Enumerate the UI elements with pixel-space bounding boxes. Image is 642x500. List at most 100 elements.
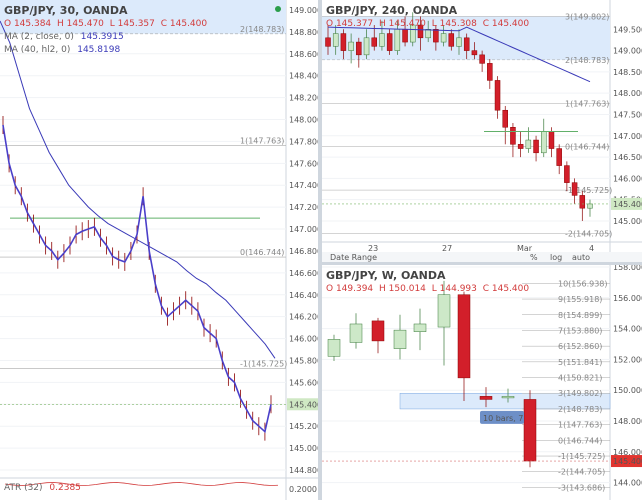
ma1-legend[interactable]: MA (2, close, 0) 145.3915 xyxy=(4,32,124,42)
ohlc-open: O 145.384 xyxy=(4,19,52,29)
top-right-chart-title: GBP/JPY, 240, OANDA xyxy=(326,4,458,17)
ma2-line xyxy=(2,124,272,434)
atr-scale-label: 0.2000 xyxy=(289,485,317,494)
candle-body xyxy=(402,29,408,43)
y-tick-label: 148.800 xyxy=(289,28,318,37)
y-tick-label: 148.500 xyxy=(613,68,642,77)
bottom-right-chart-pane[interactable]: 158.000 156.000 154.000 152.000 150.000 148.0… xyxy=(322,265,642,500)
ohlc-close: C 145.400 xyxy=(482,284,530,294)
candle-body xyxy=(425,29,431,39)
x-tick-label: 23 xyxy=(368,244,378,253)
candle-body xyxy=(487,63,493,81)
ohlc-low: L 145.308 xyxy=(431,19,477,29)
fib-level-label: 1(147.763) xyxy=(240,136,284,145)
candle-body xyxy=(533,139,539,154)
fib-level-label: 0(146.744) xyxy=(565,143,609,152)
candle-body xyxy=(525,139,532,149)
y-tick-label: 148.000 xyxy=(613,417,642,426)
ohlc-close: C 145.400 xyxy=(482,19,530,29)
candle-body xyxy=(541,131,547,154)
price-tag-label: 145.400 xyxy=(613,200,642,209)
bottom-right-ohlc: O 149.394 H 150.014 L 144.993 C 145.400 xyxy=(326,284,532,294)
y-tick-label: 148.000 xyxy=(289,116,318,125)
fib-level-label: 6(152.860) xyxy=(558,342,602,351)
ohlc-high: H 145.470 xyxy=(379,19,426,29)
toolbar-%-button: % xyxy=(530,253,538,262)
candle-body xyxy=(356,41,362,56)
y-tick-label: 148.400 xyxy=(289,72,318,81)
candle-body xyxy=(502,109,508,128)
atr-legend[interactable]: ATR (32) 0.2385 xyxy=(4,483,81,493)
y-tick-label: 146.400 xyxy=(289,291,318,300)
ma1-value: 145.3915 xyxy=(80,32,124,42)
candle-body xyxy=(517,144,524,149)
ma2-label: MA (40, hl2, 0) xyxy=(4,45,71,55)
y-tick-label: 147.200 xyxy=(289,203,318,212)
fib-level-label: 0(146.744) xyxy=(240,248,284,257)
fib-level-label: 2(148.783) xyxy=(240,25,284,34)
left-chart-pane[interactable]: 149.000 148.800 148.600 148.400 148.200 148.0… xyxy=(0,0,318,500)
bottom-right-chart-title: GBP/JPY, W, OANDA xyxy=(326,269,446,282)
fib-level-label: 1(147.763) xyxy=(565,99,609,108)
y-tick-label: 146.600 xyxy=(289,269,318,278)
candle-body xyxy=(349,323,363,343)
candle-body xyxy=(327,339,341,357)
y-tick-label: 145.000 xyxy=(613,217,642,226)
y-tick-label: 147.800 xyxy=(289,137,318,146)
x-tick-label: Mar xyxy=(517,244,533,253)
candle-body xyxy=(579,195,586,209)
candle-body xyxy=(448,33,455,47)
fib-level-label: 3(149.802) xyxy=(565,12,609,21)
ohlc-high: H 145.470 xyxy=(57,19,104,29)
y-tick-label: 149.000 xyxy=(289,6,318,15)
y-tick-label: 147.500 xyxy=(613,110,642,119)
atr-value: 0.2385 xyxy=(49,483,81,493)
candle-body xyxy=(332,33,339,47)
candle-body xyxy=(479,396,493,400)
y-tick-label: 144.000 xyxy=(613,479,642,488)
candle-body xyxy=(587,203,593,209)
ohlc-close: C 145.400 xyxy=(160,19,208,29)
candle-body xyxy=(471,50,478,56)
candle-body xyxy=(501,396,515,399)
fib-level-label: 1(147.763) xyxy=(558,421,602,430)
y-tick-label: 147.400 xyxy=(289,181,318,190)
fib-level-label: -2(144.705) xyxy=(558,468,605,477)
x-tick-label: 4 xyxy=(589,244,594,253)
candle-body xyxy=(456,37,462,47)
top-right-ohlc: O 145.377 H 145.470 L 145.308 C 145.400 xyxy=(326,19,532,29)
date-range-button: Date Range xyxy=(330,253,377,262)
toolbar-auto-button: auto xyxy=(572,253,590,262)
y-tick-label: 146.000 xyxy=(613,174,642,183)
candle-body xyxy=(325,37,331,47)
atr-label: ATR (32) xyxy=(4,483,43,493)
fib-level-label: 2(148.783) xyxy=(565,56,609,65)
y-tick-label: 147.600 xyxy=(289,159,318,168)
left-chart-ohlc: O 145.384 H 145.470 L 145.357 C 145.400 xyxy=(4,19,210,29)
candle-body xyxy=(340,33,347,51)
bottom-right-chart-canvas[interactable]: 158.000 156.000 154.000 152.000 150.000 148.0… xyxy=(322,265,642,500)
ma40-line xyxy=(0,20,276,359)
top-right-chart-pane[interactable]: 149.500 149.000 148.500 148.000 147.500 147.0… xyxy=(322,0,642,262)
left-chart-canvas[interactable]: 149.000 148.800 148.600 148.400 148.200 148.0… xyxy=(0,0,318,500)
y-tick-label: 146.200 xyxy=(289,313,318,322)
y-tick-label: 144.800 xyxy=(289,466,318,475)
fib-level-label: 0(146.744) xyxy=(558,436,602,445)
top-right-chart-canvas[interactable]: 149.500 149.000 148.500 148.000 147.500 147.0… xyxy=(322,0,642,262)
candle-body xyxy=(371,320,385,342)
candle-body xyxy=(393,329,407,349)
ohlc-high: H 150.014 xyxy=(379,284,426,294)
y-tick-label: 145.200 xyxy=(289,422,318,431)
ma2-legend[interactable]: MA (40, hl2, 0) 145.8198 xyxy=(4,45,120,55)
ohlc-open: O 145.377 xyxy=(326,19,374,29)
candle-body xyxy=(571,182,578,196)
ohlc-open: O 149.394 xyxy=(326,284,374,294)
candle-body xyxy=(433,29,439,43)
settings-dots-icon[interactable] xyxy=(275,6,281,12)
candle-body xyxy=(363,37,370,56)
candle-body xyxy=(394,29,401,51)
price-tag-label: 145.400 xyxy=(289,400,318,409)
candle-body xyxy=(379,33,385,47)
x-tick-label: 27 xyxy=(442,244,452,253)
fib-level-label: 10(156.938) xyxy=(558,279,608,288)
